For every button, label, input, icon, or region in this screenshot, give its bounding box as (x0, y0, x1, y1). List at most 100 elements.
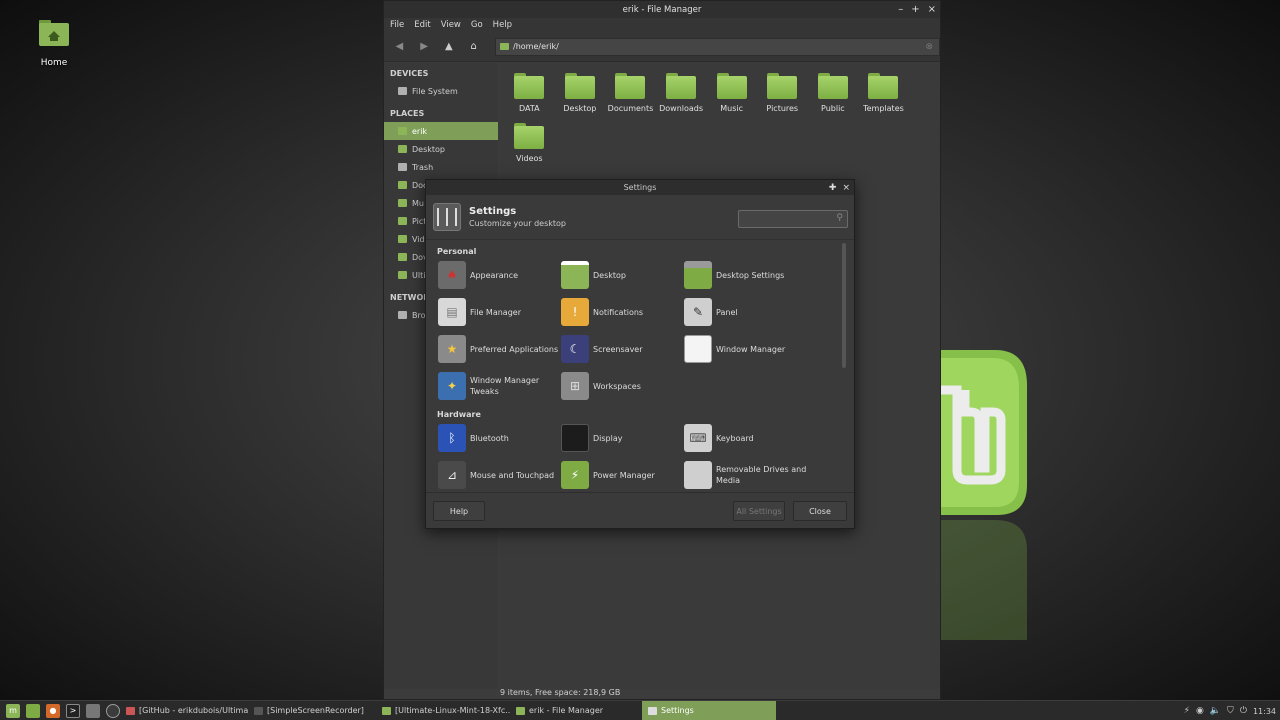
menu-help[interactable]: Help (493, 20, 512, 30)
task-github[interactable]: [GitHub - erikdubois/Ultimat... (120, 701, 248, 720)
show-desktop-icon[interactable] (26, 703, 40, 718)
settings-item-desktop-settings[interactable]: Desktop Settings (684, 260, 834, 290)
notifications-icon: ! (561, 298, 589, 326)
clear-location-icon[interactable]: ⊗ (925, 42, 933, 52)
file-manager-launcher-icon[interactable] (86, 703, 100, 718)
pin-icon[interactable]: ✚ (829, 183, 837, 193)
folder-item[interactable]: Documents (605, 73, 656, 113)
keyboard-icon: ⌨ (684, 424, 712, 452)
settings-item-file-manager[interactable]: ▤ File Manager (438, 297, 561, 327)
all-settings-button[interactable]: All Settings (733, 501, 785, 521)
close-icon[interactable]: × (842, 183, 850, 193)
task-simplescreenrecorder[interactable]: [SimpleScreenRecorder] (248, 701, 376, 720)
personal-grid: ♠ Appearance Desktop Desktop Settings ▤ Fi… (432, 260, 846, 401)
power-icon[interactable]: ⏻ (1240, 706, 1247, 716)
settings-item-workspaces[interactable]: ⊞ Workspaces (561, 371, 684, 401)
chrome-icon[interactable] (106, 703, 120, 718)
settings-item-label: Keyboard (716, 433, 754, 443)
downloads-folder-icon (666, 73, 697, 99)
folder-item[interactable]: Desktop (555, 73, 606, 113)
menu-file[interactable]: File (390, 20, 404, 30)
firefox-icon[interactable]: ● (46, 703, 60, 718)
settings-item-bluetooth[interactable]: ᛒ Bluetooth (438, 423, 561, 453)
location-bar[interactable]: /home/erik/ ⊗ (495, 37, 940, 56)
sidebar-item-label: erik (412, 126, 428, 136)
settings-search: ⚲ (738, 210, 848, 228)
shield-icon[interactable]: ⛉ (1227, 706, 1234, 716)
settings-item-preferred-applications[interactable]: ★ Preferred Applications (438, 334, 561, 364)
sidebar-item-desktop[interactable]: Desktop (384, 140, 498, 158)
menu-edit[interactable]: Edit (414, 20, 430, 30)
forward-arrow-icon[interactable]: ▶ (417, 39, 432, 55)
settings-item-panel[interactable]: ✎ Panel (684, 297, 834, 327)
file-manager-icon: ▤ (438, 298, 466, 326)
settings-item-label: Window Manager (716, 344, 786, 354)
settings-header: Settings Customize your desktop ⚲ (426, 195, 854, 240)
help-button[interactable]: Help (433, 501, 485, 521)
desktop-icon (561, 261, 589, 289)
settings-title: Settings (469, 206, 517, 217)
terminal-icon[interactable]: > (66, 703, 80, 718)
sidebar-item-label: Bro (412, 310, 426, 320)
up-arrow-icon[interactable]: ▲ (442, 39, 457, 55)
settings-item-window-manager-tweaks[interactable]: ✦ Window Manager Tweaks (438, 371, 561, 401)
task-label: [Ultimate-Linux-Mint-18-Xfc... (395, 706, 510, 715)
settings-item-notifications[interactable]: ! Notifications (561, 297, 684, 327)
panel-icon: ✎ (684, 298, 712, 326)
chrome-tray-icon[interactable]: ◉ (1196, 706, 1204, 716)
folder-item[interactable]: Pictures (757, 73, 808, 113)
settings-item-display[interactable]: Display (561, 423, 684, 453)
desktop-home-icon[interactable]: Home (30, 20, 78, 68)
settings-item-label: Panel (716, 307, 738, 317)
settings-item-screensaver[interactable]: ☾ Screensaver (561, 334, 684, 364)
mouse-icon: ⊿ (438, 461, 466, 489)
folder-item[interactable]: DATA (504, 73, 555, 113)
task-settings[interactable]: Settings (642, 700, 776, 720)
maximize-icon[interactable]: + (911, 4, 919, 15)
task-ultimate-linux-mint[interactable]: [Ultimate-Linux-Mint-18-Xfc... (376, 701, 510, 720)
folder-label: Videos (516, 154, 543, 163)
settings-item-removable-drives[interactable]: Removable Drives and Media (684, 460, 834, 490)
folder-item[interactable]: Music (706, 73, 757, 113)
folder-item[interactable]: Templates (858, 73, 909, 113)
search-input[interactable] (739, 211, 831, 227)
settings-item-keyboard[interactable]: ⌨ Keyboard (684, 423, 834, 453)
settings-item-mouse-and-touchpad[interactable]: ⊿ Mouse and Touchpad (438, 460, 561, 490)
mint-menu-icon[interactable]: m (6, 703, 20, 718)
menu-go[interactable]: Go (471, 20, 483, 30)
folder-item[interactable]: Public (808, 73, 859, 113)
close-icon[interactable]: × (928, 4, 936, 15)
display-icon (561, 424, 589, 452)
task-label: Settings (661, 706, 694, 715)
search-icon[interactable]: ⚲ (836, 213, 843, 223)
settings-item-label: Power Manager (593, 470, 655, 480)
settings-item-desktop[interactable]: Desktop (561, 260, 684, 290)
clock[interactable]: 11:34 (1253, 707, 1276, 716)
desktop-home-label: Home (40, 58, 68, 68)
settings-item-power-manager[interactable]: ⚡ Power Manager (561, 460, 684, 490)
minimize-icon[interactable]: – (898, 4, 903, 15)
removable-drives-icon (684, 461, 712, 489)
back-arrow-icon[interactable]: ◀ (392, 39, 407, 55)
folder-label: Music (720, 104, 744, 113)
close-button[interactable]: Close (793, 501, 847, 521)
sidebar-item-trash[interactable]: Trash (384, 158, 498, 176)
bluetooth-icon: ᛒ (438, 424, 466, 452)
settings-titlebar[interactable]: Settings ✚ × (426, 180, 854, 195)
volume-icon[interactable]: 🔈 (1210, 706, 1221, 716)
sidebar-item-erik[interactable]: erik (384, 122, 498, 140)
folder-item[interactable]: Downloads (656, 73, 707, 113)
folder-item[interactable]: Videos (504, 123, 555, 163)
mint-logo (940, 350, 1027, 515)
settings-item-appearance[interactable]: ♠ Appearance (438, 260, 561, 290)
settings-item-window-manager[interactable]: Window Manager (684, 334, 834, 364)
home-icon[interactable]: ⌂ (466, 39, 481, 55)
sidebar-item-file-system[interactable]: File System (384, 82, 498, 100)
devices-header: DEVICES (390, 69, 429, 78)
task-file-manager[interactable]: erik - File Manager (510, 701, 642, 720)
menu-view[interactable]: View (441, 20, 461, 30)
network-icon[interactable]: ⚡ (1184, 706, 1190, 716)
file-manager-titlebar[interactable]: erik - File Manager – + × (384, 1, 940, 18)
settings-item-label: Removable Drives and Media (716, 465, 807, 485)
settings-scrollbar[interactable] (842, 243, 846, 368)
